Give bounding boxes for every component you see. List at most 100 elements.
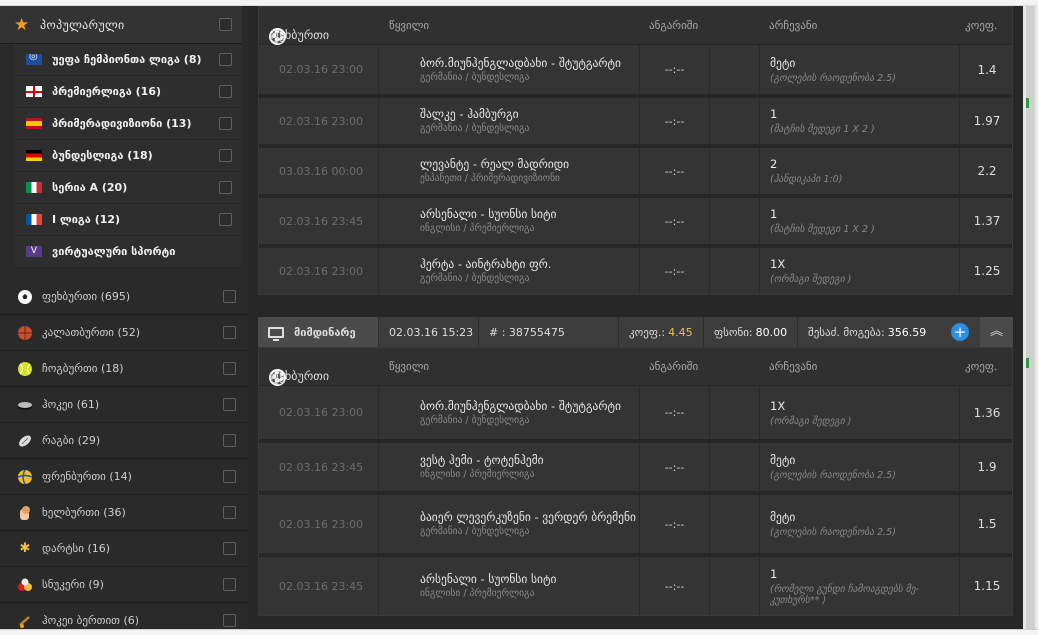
event-name: არსენალი - სუონსი სიტი xyxy=(420,207,557,221)
sport-checkbox[interactable] xyxy=(223,614,236,627)
bet-odds-value: 4.45 xyxy=(668,325,693,339)
league-checkbox[interactable] xyxy=(219,53,232,66)
champions-league-icon xyxy=(26,54,42,65)
bet-summary-bar: მიმდინარე 02.03.16 15:23 # : 38755475 კო… xyxy=(258,317,1013,347)
sidebar-item-sport[interactable]: ფეხბურთი (695) xyxy=(0,279,248,315)
sidebar-item-league[interactable]: პრიმერადივიზიონი (13) xyxy=(14,108,242,140)
table-row: 02.03.16 23:00 ბორ.მიუნჰენგლადბახი - შტუ… xyxy=(259,386,1012,443)
league-checkbox[interactable] xyxy=(219,85,232,98)
event-name: შალკე - ჰამბურგი xyxy=(420,107,519,121)
sidebar-item-sport[interactable]: რაგბი (29) xyxy=(0,423,248,459)
basketball-icon xyxy=(16,324,34,342)
sport-label: სნუკერი (9) xyxy=(42,578,104,591)
sidebar-item-sport[interactable]: ფრენბურთი (14) xyxy=(0,459,248,495)
darts-icon: ✱ xyxy=(19,541,31,556)
sidebar-item-league[interactable]: ბუნდესლიგა (18) xyxy=(14,140,242,172)
sidebar-item-sport[interactable]: ხელბურთი (36) xyxy=(0,495,248,531)
league-checkbox[interactable] xyxy=(219,213,232,226)
column-pick: არჩევანი xyxy=(769,19,818,32)
pick-value: 1 xyxy=(770,207,778,221)
table-row: 02.03.16 23:00 ჰერტა - აინტრახტი ფრ. გერმ… xyxy=(259,248,1012,294)
sidebar-item-sport[interactable]: ✱ დარტსი (16) xyxy=(0,531,248,567)
bet-potential-win: შესაძ. მოგება: 356.59 xyxy=(798,317,946,347)
row-result: --:-- xyxy=(640,98,710,144)
pick-value: 2 xyxy=(770,157,778,171)
sport-label: რაგბი (29) xyxy=(42,434,101,447)
column-result: ანგარიში xyxy=(649,360,699,373)
tennis-ball-icon xyxy=(16,360,34,378)
sport-header-label: ფეხბურთი xyxy=(269,28,330,42)
bet-datetime: 02.03.16 15:23 xyxy=(379,317,479,347)
england-flag-icon xyxy=(26,86,42,97)
row-event: არსენალი - სუონსი სიტი ინგლისი / პრემიერლ… xyxy=(380,557,640,615)
collapse-chevron-icon[interactable]: ︽ xyxy=(980,317,1013,347)
row-odds: 1.9 xyxy=(977,460,997,474)
row-event: ლევანტე - რეალ მადრიდი ესპანეთი / პრიმერა… xyxy=(380,148,640,194)
row-pick: 2 (ჰანდიკაპი 1:0) xyxy=(760,148,960,194)
sport-checkbox[interactable] xyxy=(223,290,236,303)
row-spacer xyxy=(710,557,760,615)
league-label: ვირტუალური სპორტი xyxy=(52,245,176,258)
row-pick: 1 (რომელი გუნდი ჩამოაგდებს მე-კუთხურს** ) xyxy=(760,557,960,615)
table-row: 02.03.16 23:45 არსენალი - სუონსი სიტი ინგ… xyxy=(259,557,1012,615)
sport-checkbox[interactable] xyxy=(223,506,236,519)
row-spacer xyxy=(710,148,760,194)
sport-checkbox[interactable] xyxy=(223,434,236,447)
sidebar-item-sport[interactable]: კალათბურთი (52) xyxy=(0,315,248,351)
sidebar-item-sport[interactable]: სნუკერი (9) xyxy=(0,567,248,603)
sidebar-item-league[interactable]: პრემიერლიგა (16) xyxy=(14,76,242,108)
league-label: სერია A (20) xyxy=(52,181,128,194)
bet-status: მიმდინარე xyxy=(258,317,379,347)
sidebar-item-league[interactable]: I ლიგა (12) xyxy=(14,204,242,236)
sport-checkbox[interactable] xyxy=(223,542,236,555)
pick-value: 1 xyxy=(770,566,778,581)
league-checkbox[interactable] xyxy=(219,149,232,162)
bet-stake: ფსონი: 80.00 xyxy=(704,317,798,347)
app-root: ★ პოპულარული უეფა ჩემპიონთა ლიგა (8) პრე… xyxy=(0,0,1038,635)
row-pick: 1X (ორმაგი შედეგი ) xyxy=(760,248,960,294)
sport-checkbox[interactable] xyxy=(223,326,236,339)
league-checkbox[interactable] xyxy=(219,117,232,130)
sidebar: ★ პოპულარული უეფა ჩემპიონთა ლიგა (8) პრე… xyxy=(0,6,248,635)
event-name: ლევანტე - რეალ მადრიდი xyxy=(420,157,570,171)
sport-checkbox[interactable] xyxy=(223,578,236,591)
league-checkbox[interactable] xyxy=(219,181,232,194)
sport-label: ჰოკეი ბერთით (6) xyxy=(42,614,140,627)
row-result: --:-- xyxy=(640,557,710,615)
sidebar-favorites-header[interactable]: ★ პოპულარული xyxy=(0,6,242,44)
sport-checkbox[interactable] xyxy=(223,362,236,375)
bet-odds: კოეფ.: 4.45 xyxy=(619,317,704,347)
pick-value: მეტი xyxy=(770,55,796,70)
sidebar-item-sport[interactable]: ჰოკეი (61) xyxy=(0,387,248,423)
row-result: --:-- xyxy=(640,495,710,553)
row-pick: მეტი (გოლების რაოდენობა 2.5) xyxy=(760,443,960,491)
favorites-checkbox[interactable] xyxy=(219,18,232,31)
pick-market: (გოლების რაოდენობა 2.5) xyxy=(770,527,896,538)
add-icon[interactable]: + xyxy=(951,323,969,341)
row-result: --:-- xyxy=(640,386,710,439)
event-league: ინგლისი / პრემიერლიგა xyxy=(420,469,535,480)
sidebar-item-sport[interactable]: ჩოგბურთი (18) xyxy=(0,351,248,387)
column-event: წყვილი xyxy=(389,19,430,32)
row-result: --:-- xyxy=(640,45,710,94)
sidebar-item-league[interactable]: სერია A (20) xyxy=(14,172,242,204)
table-row: 03.03.16 00:00 ლევანტე - რეალ მადრიდი ესპ… xyxy=(259,148,1012,198)
league-list: უეფა ჩემპიონთა ლიგა (8) პრემიერლიგა (16)… xyxy=(14,44,242,268)
league-label: I ლიგა (12) xyxy=(52,213,121,226)
sidebar-item-league[interactable]: უეფა ჩემპიონთა ლიგა (8) xyxy=(14,44,242,76)
sport-checkbox[interactable] xyxy=(223,470,236,483)
row-spacer xyxy=(710,495,760,553)
row-pick: 1X (ორმაგი შედეგი ) xyxy=(760,386,960,439)
row-spacer xyxy=(710,443,760,491)
sidebar-item-league[interactable]: V ვირტუალური სპორტი xyxy=(14,236,242,268)
row-result: --:-- xyxy=(640,443,710,491)
event-league: გერმანია / ბუნდესლიგა xyxy=(420,273,530,284)
column-pick: არჩევანი xyxy=(769,360,818,373)
table-row: 02.03.16 23:45 ვესტ ჰემი - ტოტენჰემი ინგლ… xyxy=(259,443,1012,495)
column-result: ანგარიში xyxy=(649,19,699,32)
bet-odds-label: კოეფ.: xyxy=(629,325,666,339)
spain-flag-icon xyxy=(26,118,42,129)
row-spacer xyxy=(710,198,760,244)
sport-checkbox[interactable] xyxy=(223,398,236,411)
column-event: წყვილი xyxy=(389,360,430,373)
